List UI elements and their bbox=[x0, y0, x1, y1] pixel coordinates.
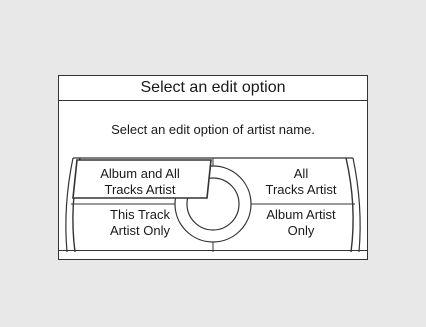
option-line1: Album Artist bbox=[266, 207, 336, 222]
option-line1: Album and All bbox=[100, 166, 180, 181]
option-album-artist-only[interactable]: Album Artist Only bbox=[246, 207, 356, 239]
option-this-track-artist-only[interactable]: This Track Artist Only bbox=[85, 207, 195, 239]
option-line2: Tracks Artist bbox=[265, 182, 337, 197]
bottom-bar bbox=[59, 250, 367, 259]
option-line1: All bbox=[293, 166, 309, 181]
option-line1: This Track bbox=[110, 207, 170, 222]
edit-option-dialog: Select an edit option Select an edit opt… bbox=[58, 75, 368, 260]
option-line2: Artist Only bbox=[110, 223, 170, 238]
option-album-and-all-tracks-artist[interactable]: Album and All Tracks Artist bbox=[85, 166, 195, 198]
option-all-tracks-artist[interactable]: All Tracks Artist bbox=[246, 166, 356, 198]
option-line2: Tracks Artist bbox=[104, 182, 176, 197]
option-line2: Only bbox=[287, 223, 315, 238]
